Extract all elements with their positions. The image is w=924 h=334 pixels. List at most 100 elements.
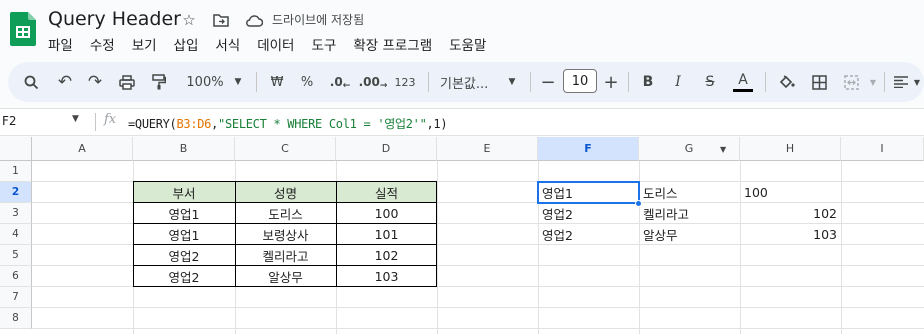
cell-c4[interactable]: 보령상사 [235,224,336,245]
row-header-1[interactable]: 1 [0,161,32,182]
cell-b5[interactable]: 영업2 [133,245,235,266]
align-left-icon[interactable] [892,71,910,93]
menu-help[interactable]: 도움말 [449,34,494,54]
align-dropdown-icon[interactable]: ▼ [912,71,922,93]
cell-d6[interactable]: 103 [336,266,437,287]
saved-status: 드라이브에 저장됨 [272,13,365,27]
merge-cells-icon[interactable] [840,71,862,93]
column-header-e[interactable]: E [437,137,538,161]
row-header-2[interactable]: 2 [0,182,32,203]
zoom-select[interactable]: 100% [184,71,226,93]
menu-extensions[interactable]: 확장 프로그램 [353,34,440,54]
cell-f3[interactable]: 영업2 [538,203,639,224]
cell-h3[interactable]: 102 [740,203,841,224]
row-header-4[interactable]: 4 [0,224,32,245]
menu-view[interactable]: 보기 [132,34,165,54]
decrease-font-size-icon[interactable]: − [540,71,556,93]
column-header-b[interactable]: B [133,137,235,161]
bold-button[interactable]: B [638,71,658,93]
grid-line [32,328,924,329]
column-header-h[interactable]: H [740,137,841,161]
name-box[interactable]: F2 [2,114,17,128]
font-family-select[interactable]: 기본값... [440,71,500,93]
cell-b6[interactable]: 영업2 [133,266,235,287]
print-icon[interactable] [116,71,138,93]
cell-d3[interactable]: 100 [336,203,437,224]
redo-icon[interactable]: ↷ [84,71,106,93]
menu-tools[interactable]: 도구 [311,34,344,54]
menu-insert[interactable]: 삽입 [174,34,207,54]
row-header-6[interactable]: 6 [0,266,32,287]
cell-c2[interactable]: 성명 [235,182,336,203]
row-header-8[interactable]: 8 [0,308,32,329]
cloud-saved-icon[interactable] [245,11,263,29]
column-header-c[interactable]: C [235,137,336,161]
increase-font-size-icon[interactable]: + [603,71,619,93]
column-header-d[interactable]: D [336,137,437,161]
currency-format-button[interactable]: ₩ [268,71,286,93]
move-folder-icon[interactable] [212,11,230,29]
zoom-dropdown-icon[interactable]: ▼ [232,71,244,93]
select-all-corner[interactable] [0,137,32,161]
menu-format[interactable]: 서식 [215,34,248,54]
formula-comma: , [211,117,219,131]
text-color-button[interactable]: A [732,71,754,93]
toolbar-divider [428,72,429,92]
toolbar-divider [765,72,766,92]
cell-g3[interactable]: 켈리라고 [639,203,740,224]
cell-b3[interactable]: 영업1 [133,203,235,224]
grid-line [437,161,438,334]
sheets-logo-icon[interactable] [10,12,36,46]
cell-f4[interactable]: 영업2 [538,224,639,245]
number-format-button[interactable]: 123 [394,71,416,93]
merge-dropdown-icon[interactable]: ▼ [868,71,878,93]
cell-c3[interactable]: 도리스 [235,203,336,224]
name-box-dropdown-icon[interactable]: ▼ [72,114,79,124]
cell-d5[interactable]: 102 [336,245,437,266]
star-icon[interactable]: ☆ [180,11,198,29]
column-header-f[interactable]: F [538,137,639,161]
percent-format-button[interactable]: % [298,71,316,93]
toolbar-divider [884,72,885,92]
cell-g2[interactable]: 도리스 [639,182,740,203]
font-size-input[interactable]: 10 [563,69,597,93]
font-dropdown-icon[interactable]: ▼ [506,71,518,93]
decrease-decimal-label: .0 [329,75,343,89]
paint-format-icon[interactable] [148,71,170,93]
formula-prefix: =QUERY( [128,117,177,131]
cell-h4[interactable]: 103 [740,224,841,245]
strikethrough-button[interactable]: S [700,71,720,93]
formula-input[interactable]: =QUERY(B3:D6,"SELECT * WHERE Col1 = '영업2… [128,115,448,132]
row-header-3[interactable]: 3 [0,203,32,224]
cell-g4[interactable]: 알상무 [639,224,740,245]
cell-h2[interactable]: 100 [740,182,841,203]
italic-button[interactable]: I [668,71,688,93]
increase-decimal-button[interactable]: .00 → [359,71,388,93]
menu-data[interactable]: 데이터 [257,34,302,54]
decrease-decimal-button[interactable]: .0 ← [328,71,352,93]
cell-d4[interactable]: 101 [336,224,437,245]
cell-c5[interactable]: 켈리라고 [235,245,336,266]
cell-b2[interactable]: 부서 [133,182,235,203]
cell-b4[interactable]: 영업1 [133,224,235,245]
menu-file[interactable]: 파일 [48,34,81,54]
filter-dropdown-icon[interactable]: ▼ [720,145,726,154]
undo-icon[interactable]: ↶ [54,71,76,93]
column-header-i[interactable]: I [841,137,924,161]
row-header-5[interactable]: 5 [0,245,32,266]
arrow-left-icon: ← [342,81,351,91]
borders-icon[interactable] [808,71,830,93]
grid-line [841,161,842,334]
formula-suffix: ,1) [426,117,448,131]
text-color-swatch [733,88,753,92]
column-header-a[interactable]: A [32,137,133,161]
fill-handle[interactable] [635,200,642,207]
fx-icon: fx [104,112,117,127]
document-title[interactable]: Query Header [48,8,181,30]
fill-color-icon[interactable] [776,71,798,93]
search-icon[interactable] [20,71,42,93]
menu-edit[interactable]: 수정 [90,34,123,54]
row-header-7[interactable]: 7 [0,287,32,308]
cell-d2[interactable]: 실적 [336,182,437,203]
cell-c6[interactable]: 알상무 [235,266,336,287]
